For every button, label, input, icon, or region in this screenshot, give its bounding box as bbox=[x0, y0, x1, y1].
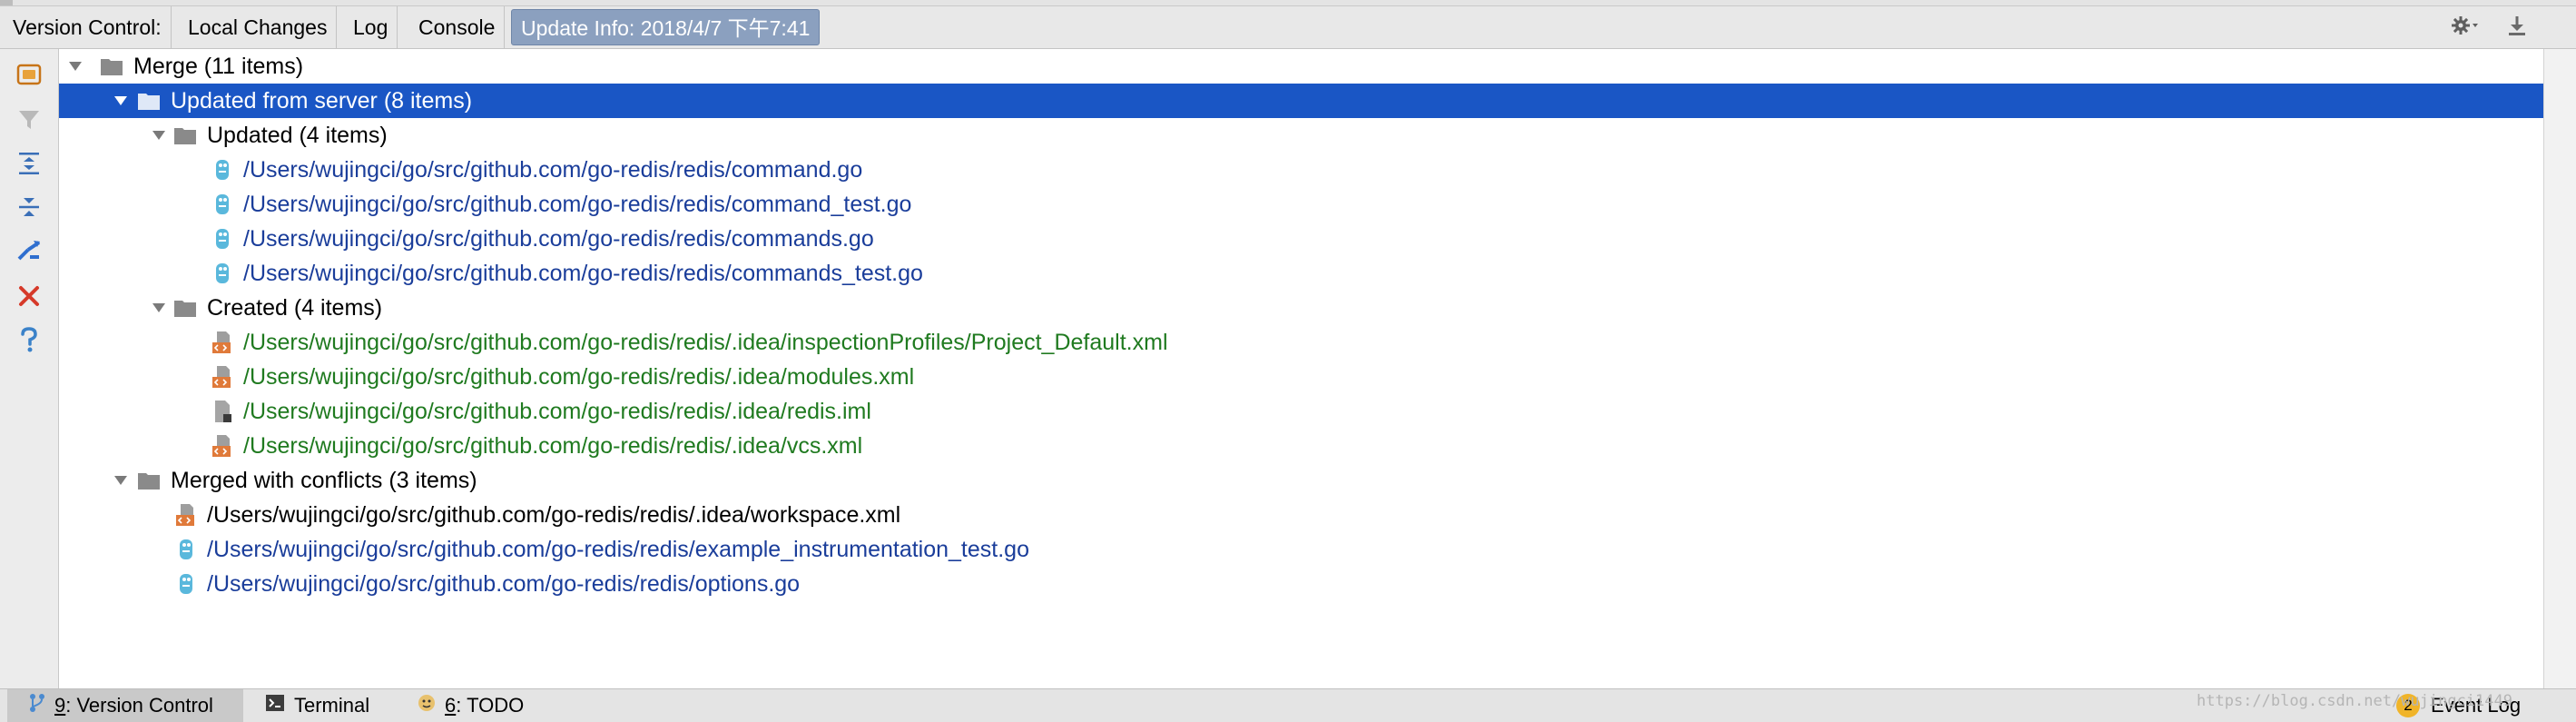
tree-node-merge[interactable]: Merge (11 items) bbox=[59, 49, 2543, 84]
hide-button[interactable] bbox=[2505, 6, 2542, 48]
file-path: /Users/wujingci/go/src/github.com/go-red… bbox=[243, 226, 874, 252]
xml-file-icon bbox=[210, 364, 235, 390]
expand-all-button[interactable] bbox=[13, 147, 45, 180]
file-row[interactable]: /Users/wujingci/go/src/github.com/go-red… bbox=[59, 153, 2543, 187]
group-icon bbox=[15, 61, 43, 88]
file-row[interactable]: /Users/wujingci/go/src/github.com/go-red… bbox=[59, 360, 2543, 394]
file-path: /Users/wujingci/go/src/github.com/go-red… bbox=[207, 502, 901, 528]
file-row[interactable]: /Users/wujingci/go/src/github.com/go-red… bbox=[59, 187, 2543, 222]
collapse-all-button[interactable] bbox=[13, 191, 45, 223]
folder-icon bbox=[136, 468, 162, 493]
xml-file-icon bbox=[210, 330, 235, 355]
tree-node-created[interactable]: Created (4 items) bbox=[59, 291, 2543, 325]
expand-arrow-icon[interactable] bbox=[148, 291, 170, 325]
folder-icon bbox=[136, 88, 162, 114]
node-label: Updated (4 items) bbox=[207, 123, 388, 148]
terminal-icon bbox=[265, 694, 285, 717]
go-file-icon bbox=[210, 192, 235, 217]
top-strip-stub bbox=[0, 0, 13, 5]
branch-icon bbox=[27, 693, 47, 718]
tree-node-updated-from-server[interactable]: Updated from server (8 items) bbox=[59, 84, 2543, 118]
file-path: /Users/wujingci/go/src/github.com/go-red… bbox=[207, 571, 801, 597]
download-icon bbox=[2505, 14, 2529, 42]
todo-icon bbox=[416, 692, 438, 719]
node-label: Merge (11 items) bbox=[133, 54, 304, 79]
file-row[interactable]: /Users/wujingci/go/src/github.com/go-red… bbox=[59, 429, 2543, 463]
go-file-icon bbox=[210, 226, 235, 252]
bottom-tool-bar: 9: Version Control Terminal 6: TODO 2 Ev… bbox=[0, 688, 2576, 722]
help-button[interactable] bbox=[13, 323, 45, 356]
file-path: /Users/wujingci/go/src/github.com/go-red… bbox=[243, 364, 915, 390]
watermark: https://blog.csdn.net/wujingci1449 bbox=[2197, 692, 2512, 710]
file-row[interactable]: /Users/wujingci/go/src/github.com/go-red… bbox=[59, 567, 2543, 601]
close-button[interactable] bbox=[13, 280, 45, 312]
mnemonic-number: 6 bbox=[445, 694, 457, 717]
tool-button-label: : Version Control bbox=[65, 694, 213, 717]
expand-arrow-icon[interactable] bbox=[110, 84, 132, 118]
go-file-icon bbox=[173, 571, 199, 597]
folder-icon bbox=[99, 54, 124, 79]
right-gutter bbox=[2543, 49, 2576, 688]
node-label: Created (4 items) bbox=[207, 295, 383, 321]
gear-icon bbox=[2451, 15, 2482, 41]
module-file-icon bbox=[210, 399, 235, 424]
tab-console[interactable]: Console bbox=[409, 6, 506, 48]
tool-window-header: Version Control: Local Changes Log Conso… bbox=[0, 6, 2576, 49]
terminal-tool-button[interactable]: Terminal bbox=[265, 689, 369, 722]
window-top-strip bbox=[0, 0, 2576, 6]
tree-node-merged-with-conflicts[interactable]: Merged with conflicts (3 items) bbox=[59, 463, 2543, 498]
help-icon bbox=[17, 326, 41, 353]
go-file-icon bbox=[210, 261, 235, 286]
mnemonic-number: 9 bbox=[54, 694, 66, 717]
expand-arrow-icon[interactable] bbox=[64, 49, 86, 84]
collapse-all-icon bbox=[16, 194, 42, 220]
tab-log[interactable]: Log bbox=[344, 6, 398, 48]
settings-button[interactable] bbox=[2451, 6, 2494, 48]
expand-arrow-icon[interactable] bbox=[110, 463, 132, 498]
expand-arrow-icon[interactable] bbox=[148, 118, 170, 153]
go-file-icon bbox=[173, 537, 199, 562]
merge-icon bbox=[15, 237, 43, 264]
version-control-tool-button[interactable]: 9: Version Control bbox=[7, 689, 243, 722]
file-path: /Users/wujingci/go/src/github.com/go-red… bbox=[243, 157, 863, 183]
file-path: /Users/wujingci/go/src/github.com/go-red… bbox=[243, 399, 871, 424]
update-info-tree[interactable]: Merge (11 items) Updated from server (8 … bbox=[59, 49, 2543, 688]
file-path: /Users/wujingci/go/src/github.com/go-red… bbox=[243, 330, 1168, 355]
xml-file-icon bbox=[210, 433, 235, 459]
tab-update-info[interactable]: Update Info: 2018/4/7 下午7:41 bbox=[511, 9, 821, 45]
left-toolbar bbox=[0, 49, 59, 688]
filter-button[interactable] bbox=[13, 104, 45, 136]
xml-file-icon bbox=[173, 502, 199, 528]
group-by-button[interactable] bbox=[13, 58, 45, 91]
tool-window-title: Version Control: bbox=[0, 6, 172, 48]
todo-tool-button[interactable]: 6: TODO bbox=[416, 689, 524, 722]
file-row[interactable]: /Users/wujingci/go/src/github.com/go-red… bbox=[59, 498, 2543, 532]
file-row[interactable]: /Users/wujingci/go/src/github.com/go-red… bbox=[59, 325, 2543, 360]
file-path: /Users/wujingci/go/src/github.com/go-red… bbox=[243, 192, 912, 217]
folder-icon bbox=[172, 295, 198, 321]
tool-button-label: Terminal bbox=[294, 694, 370, 717]
tree-node-updated[interactable]: Updated (4 items) bbox=[59, 118, 2543, 153]
filter-icon bbox=[16, 107, 42, 133]
go-file-icon bbox=[210, 157, 235, 183]
tab-local-changes[interactable]: Local Changes bbox=[179, 6, 338, 48]
folder-icon bbox=[172, 123, 198, 148]
file-path: /Users/wujingci/go/src/github.com/go-red… bbox=[243, 261, 923, 286]
file-path: /Users/wujingci/go/src/github.com/go-red… bbox=[207, 537, 1029, 562]
tool-button-label: : TODO bbox=[456, 694, 525, 717]
expand-all-icon bbox=[16, 151, 42, 176]
file-row[interactable]: /Users/wujingci/go/src/github.com/go-red… bbox=[59, 532, 2543, 567]
file-path: /Users/wujingci/go/src/github.com/go-red… bbox=[243, 433, 863, 459]
file-row[interactable]: /Users/wujingci/go/src/github.com/go-red… bbox=[59, 394, 2543, 429]
node-label: Merged with conflicts (3 items) bbox=[171, 468, 477, 493]
node-label: Updated from server (8 items) bbox=[171, 88, 473, 114]
merge-button[interactable] bbox=[13, 234, 45, 267]
file-row[interactable]: /Users/wujingci/go/src/github.com/go-red… bbox=[59, 256, 2543, 291]
file-row[interactable]: /Users/wujingci/go/src/github.com/go-red… bbox=[59, 222, 2543, 256]
close-icon bbox=[17, 284, 41, 308]
